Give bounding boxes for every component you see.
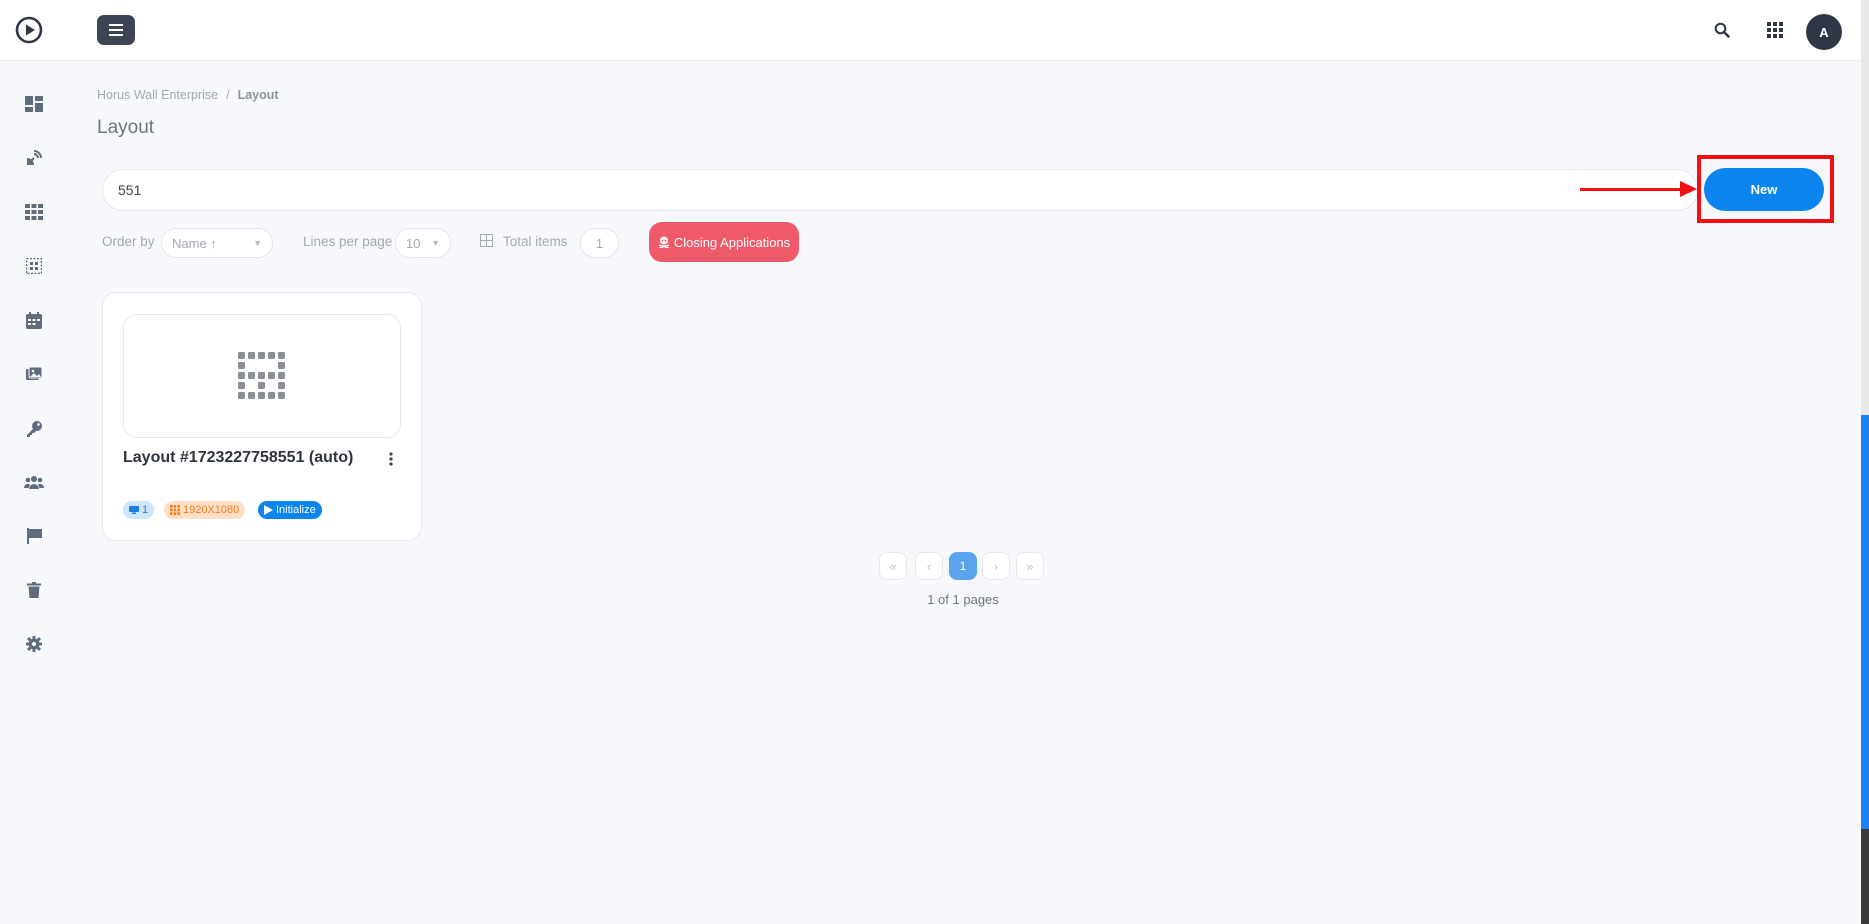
table-icon [480, 234, 494, 248]
order-by-value: Name ↑ [172, 235, 217, 251]
satellite-icon[interactable] [22, 146, 46, 170]
menu-toggle-button[interactable] [97, 15, 135, 45]
total-items-value: 1 [595, 235, 604, 251]
grid-apps-icon[interactable] [1763, 18, 1787, 42]
chevron-down-icon: ▼ [431, 238, 440, 248]
pagination-prev-button[interactable]: ‹ [915, 552, 943, 580]
pagination-last-button[interactable]: » [1016, 552, 1044, 580]
lines-per-page-select[interactable]: 10 ▼ [395, 228, 451, 258]
key-icon[interactable] [22, 416, 46, 440]
lines-per-page-value: 10 [406, 235, 421, 251]
pagination-page-1[interactable]: 1 [949, 552, 977, 580]
annotation-arrow-head [1680, 181, 1697, 197]
initialize-button[interactable]: Initialize [258, 501, 322, 519]
breadcrumb-root[interactable]: Horus Wall Enterprise [97, 88, 218, 102]
dashboard-icon[interactable] [22, 92, 46, 116]
more-vertical-icon[interactable] [381, 449, 401, 469]
users-icon[interactable] [22, 470, 46, 494]
initialize-label: Initialize [276, 504, 316, 516]
breadcrumb: Horus Wall Enterprise / Layout [97, 88, 279, 102]
layout-thumbnail[interactable] [123, 314, 401, 438]
pagination-info: 1 of 1 pages [927, 592, 999, 607]
skull-icon [658, 236, 670, 248]
resolution-badge: 1920X1080 [164, 501, 246, 519]
screens-count: 1 [142, 504, 149, 516]
breadcrumb-current: Layout [237, 88, 279, 102]
top-bar: A [0, 0, 1869, 61]
resolution-value: 1920X1080 [183, 504, 240, 516]
layout-card-title[interactable]: Layout #1723227758551 (auto) [123, 449, 353, 467]
chevron-down-icon: ▼ [253, 238, 262, 248]
play-icon [264, 505, 273, 515]
scrollbar-thumb[interactable] [1861, 415, 1869, 829]
scrollbar-lower [1861, 829, 1869, 924]
avatar[interactable]: A [1806, 14, 1842, 50]
trash-icon[interactable] [22, 578, 46, 602]
monitor-icon [129, 506, 139, 514]
page-title: Layout [97, 117, 155, 138]
total-items-label: Total items [503, 234, 568, 249]
order-by-select[interactable]: Name ↑ ▼ [161, 228, 273, 258]
pagination-first-button[interactable]: « [879, 552, 907, 580]
layout-card[interactable]: Layout #1723227758551 (auto) 1 1920X1080… [102, 292, 422, 541]
screens-badge: 1 [123, 501, 155, 519]
calendar-icon[interactable] [22, 308, 46, 332]
play-circle-icon[interactable] [14, 15, 44, 45]
annotation-highlight-box [1697, 155, 1834, 223]
sidebar [0, 61, 70, 924]
gear-icon[interactable] [22, 632, 46, 656]
grid-icon [170, 505, 180, 515]
closing-applications-button[interactable]: Closing Applications [649, 222, 799, 262]
hamburger-icon [109, 24, 123, 36]
search-input[interactable] [102, 169, 1698, 211]
lines-per-page-label: Lines per page [303, 234, 393, 249]
closing-applications-label: Closing Applications [673, 234, 791, 250]
layout-grid-icon [238, 352, 285, 399]
order-by-label: Order by [102, 234, 155, 249]
grid-icon[interactable] [22, 200, 46, 224]
total-items-count: 1 [580, 228, 619, 258]
pagination-next-button[interactable]: › [982, 552, 1010, 580]
layout-grid-icon[interactable] [22, 254, 46, 278]
flag-icon[interactable] [22, 524, 46, 548]
annotation-arrow-line [1580, 188, 1684, 191]
search-icon[interactable] [1710, 18, 1734, 42]
images-icon[interactable] [22, 362, 46, 386]
breadcrumb-separator: / [226, 88, 230, 102]
